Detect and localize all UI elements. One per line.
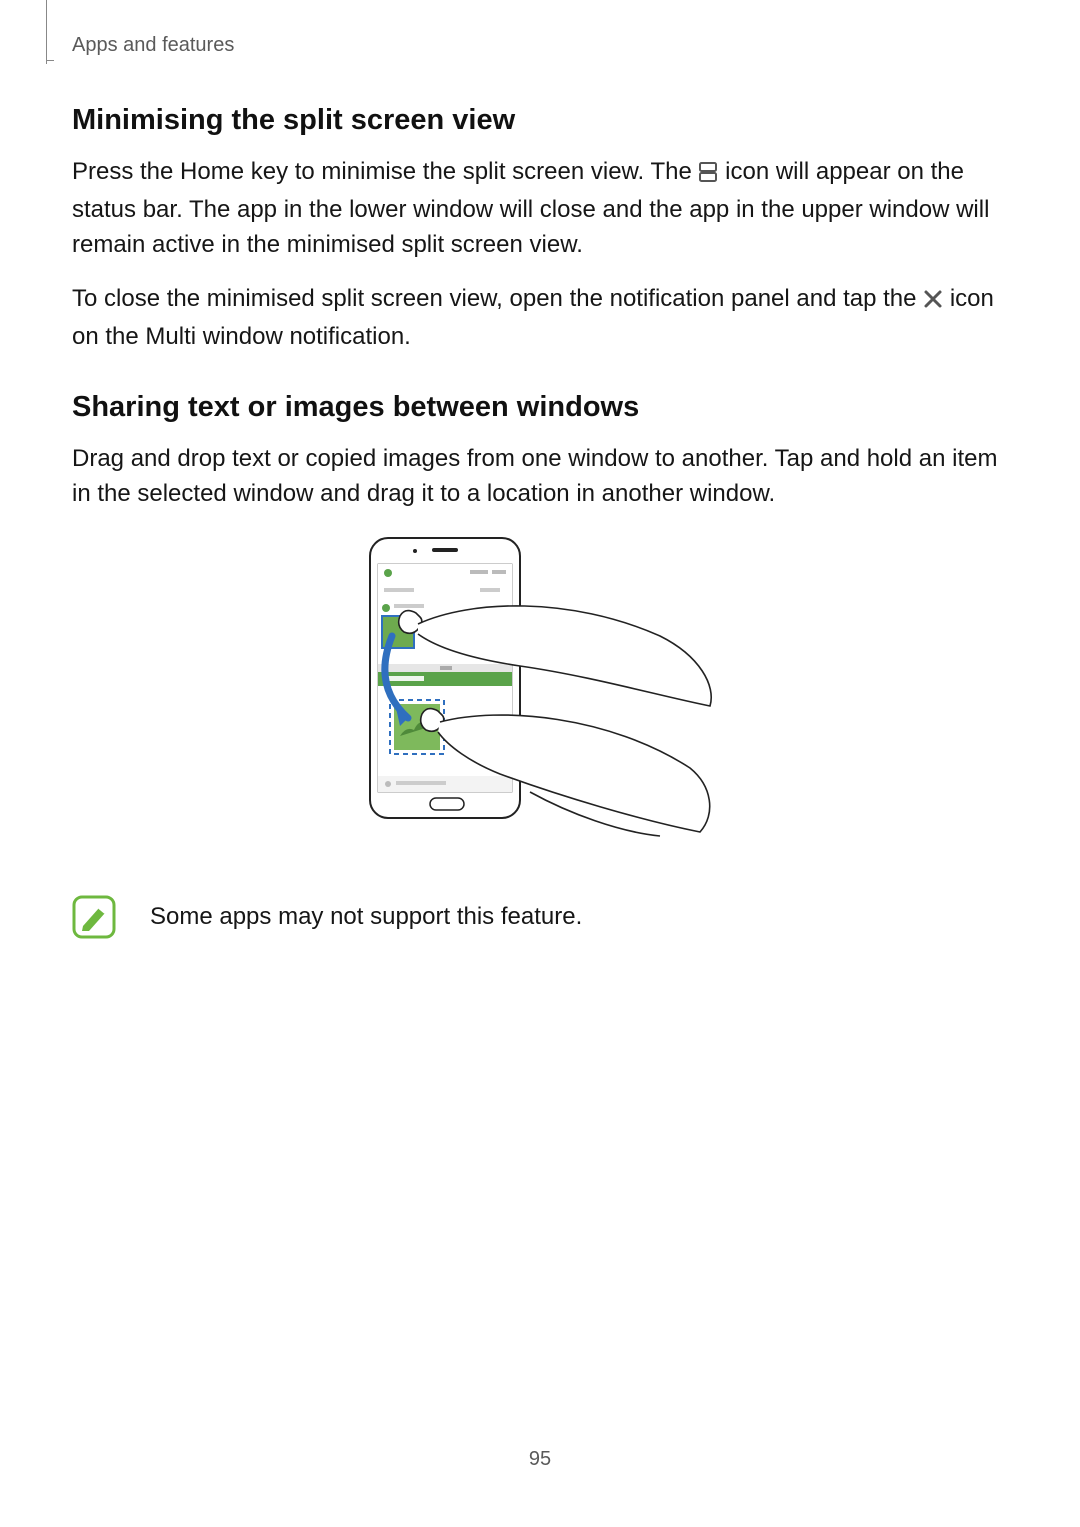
page-content: Minimising the split screen view Press t… [72, 104, 1008, 939]
breadcrumb: Apps and features [72, 34, 234, 57]
para1-text-a: Press the Home key to minimise the split… [72, 158, 698, 185]
paragraph-minimise-2: To close the minimised split screen view… [72, 282, 1008, 355]
close-icon [923, 285, 943, 320]
drag-between-windows-illustration [360, 536, 720, 851]
note-row: Some apps may not support this feature. [72, 895, 1008, 939]
para2-text-a: To close the minimised split screen view… [72, 285, 923, 312]
paragraph-minimise-1: Press the Home key to minimise the split… [72, 155, 1008, 262]
paragraph-sharing: Drag and drop text or copied images from… [72, 442, 1008, 512]
margin-mark-icon [46, 0, 50, 64]
split-screen-icon [698, 158, 718, 193]
heading-minimising: Minimising the split screen view [72, 104, 1008, 137]
note-icon [72, 895, 116, 939]
note-text: Some apps may not support this feature. [150, 903, 582, 931]
page-number: 95 [0, 1448, 1080, 1471]
heading-sharing: Sharing text or images between windows [72, 391, 1008, 424]
